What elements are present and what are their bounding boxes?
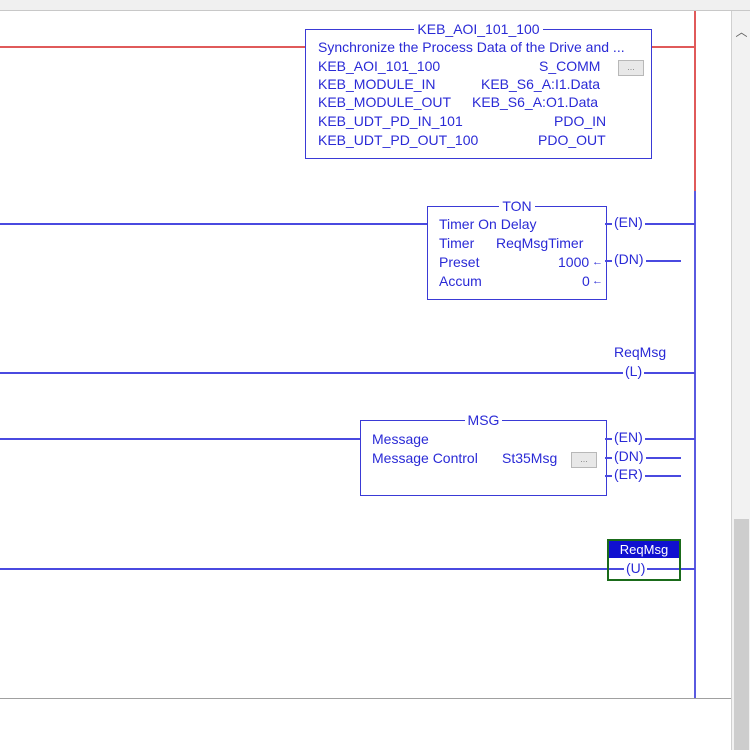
msg-en-output: (EN): [612, 429, 645, 446]
aoi-instruction-block[interactable]: KEB_AOI_101_100 Synchronize the Process …: [305, 21, 652, 159]
msg-er-output: (ER): [612, 466, 645, 483]
msg-er-text: ER: [618, 466, 639, 482]
msg-control-label: Message Control: [372, 450, 478, 466]
rung-1-output-wire: [652, 46, 695, 48]
aoi-param-value[interactable]: KEB_S6_A:O1.Data: [472, 94, 598, 111]
rung-3-wire: [0, 372, 695, 374]
ton-preset-label: Preset: [439, 254, 480, 270]
ladder-editor[interactable]: KEB_AOI_101_100 Synchronize the Process …: [0, 11, 750, 750]
unlatch-coil[interactable]: (U): [624, 560, 648, 577]
msg-dn-output: (DN): [612, 448, 646, 465]
unlatch-coil-selected[interactable]: ReqMsg (U): [607, 539, 681, 581]
ton-instruction-block[interactable]: TON Timer On Delay Timer ReqMsgTimer Pre…: [427, 198, 607, 300]
ton-timer-value[interactable]: ReqMsgTimer: [496, 235, 583, 252]
coil-tag-reqmsg[interactable]: ReqMsg: [614, 344, 666, 361]
window-top-bar: [0, 0, 750, 11]
msg-name: Message: [372, 431, 429, 447]
aoi-description: Synchronize the Process Data of the Driv…: [318, 39, 625, 55]
ton-dn-output: (DN): [612, 251, 646, 268]
aoi-param-name: KEB_AOI_101_100: [318, 58, 441, 74]
accum-arrow-icon: ←: [592, 275, 603, 287]
unlatch-coil-tag[interactable]: ReqMsg: [609, 541, 679, 558]
ton-accum-label: Accum: [439, 273, 482, 289]
preset-arrow-icon: ←: [592, 256, 603, 268]
msg-browse-button[interactable]: ...: [571, 452, 597, 468]
aoi-title: KEB_AOI_101_100: [306, 21, 651, 38]
msg-instruction-block[interactable]: MSG Message Message Control St35Msg ...: [360, 412, 607, 496]
ton-en-text: EN: [618, 214, 639, 230]
aoi-param-name: KEB_MODULE_IN: [318, 76, 436, 92]
ton-preset-value[interactable]: 1000: [558, 254, 589, 271]
rung-2-wire: [0, 223, 427, 225]
rung-5-wire: [0, 568, 695, 570]
ton-accum-value[interactable]: 0: [582, 273, 590, 290]
rung-4-wire: [0, 438, 360, 440]
ton-timer-label: Timer: [439, 235, 475, 251]
latch-coil[interactable]: (L): [623, 363, 645, 380]
right-power-rail-highlight: [694, 11, 696, 191]
aoi-param-name: KEB_UDT_PD_OUT_100: [318, 132, 479, 148]
rung-1-wire: [0, 46, 306, 48]
msg-control-value[interactable]: St35Msg: [502, 450, 557, 467]
latch-coil-type: L: [629, 363, 638, 379]
ton-title: TON: [428, 198, 606, 215]
scroll-up-arrow-icon[interactable]: ︿: [732, 23, 750, 41]
aoi-param-value[interactable]: PDO_OUT: [538, 132, 606, 149]
msg-title: MSG: [361, 412, 606, 429]
ton-name: Timer On Delay: [439, 216, 537, 232]
msg-en-text: EN: [618, 429, 639, 445]
aoi-param-value[interactable]: PDO_IN: [554, 113, 606, 130]
aoi-param-value[interactable]: S_COMM: [539, 58, 600, 75]
msg-dn-text: DN: [618, 448, 639, 464]
aoi-param-name: KEB_UDT_PD_IN_101: [318, 113, 463, 129]
vertical-scrollbar[interactable]: ︿: [731, 11, 750, 750]
ton-en-output: (EN): [612, 214, 645, 231]
unlatch-coil-type: U: [630, 560, 641, 576]
bottom-divider: [0, 698, 731, 699]
aoi-param-value[interactable]: KEB_S6_A:I1.Data: [481, 76, 600, 93]
aoi-param-name: KEB_MODULE_OUT: [318, 94, 452, 110]
scrollbar-thumb[interactable]: [734, 519, 749, 750]
aoi-browse-button[interactable]: ...: [618, 60, 644, 76]
ton-dn-text: DN: [618, 251, 639, 267]
